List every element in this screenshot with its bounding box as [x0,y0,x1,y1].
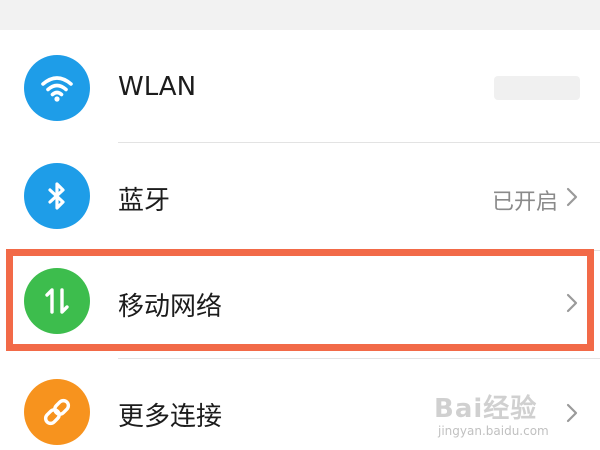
settings-item-mobile-network[interactable]: 移动网络 [0,251,600,358]
wlan-status-obscured [494,76,580,100]
settings-item-label: 移动网络 [118,292,223,322]
bluetooth-status-text: 已开启 [491,190,558,215]
settings-item-label: 蓝牙 [118,186,171,216]
settings-screen: WLAN 蓝牙 已开启 移动网络 更多连接 Bai经验 jingyan.baid… [0,0,600,450]
settings-item-label: WLAN [118,72,197,102]
mobile-data-icon [24,268,90,334]
chevron-right-icon [566,187,578,207]
wifi-icon [24,55,90,121]
settings-item-label: 更多连接 [118,402,223,432]
settings-item-more-connections[interactable]: 更多连接 [0,359,600,450]
link-icon [24,379,90,445]
chevron-right-icon [566,403,578,423]
bluetooth-icon [24,163,90,229]
top-section-gap [0,0,600,30]
settings-item-bluetooth[interactable]: 蓝牙 已开启 [0,143,600,250]
chevron-right-icon [566,293,578,313]
